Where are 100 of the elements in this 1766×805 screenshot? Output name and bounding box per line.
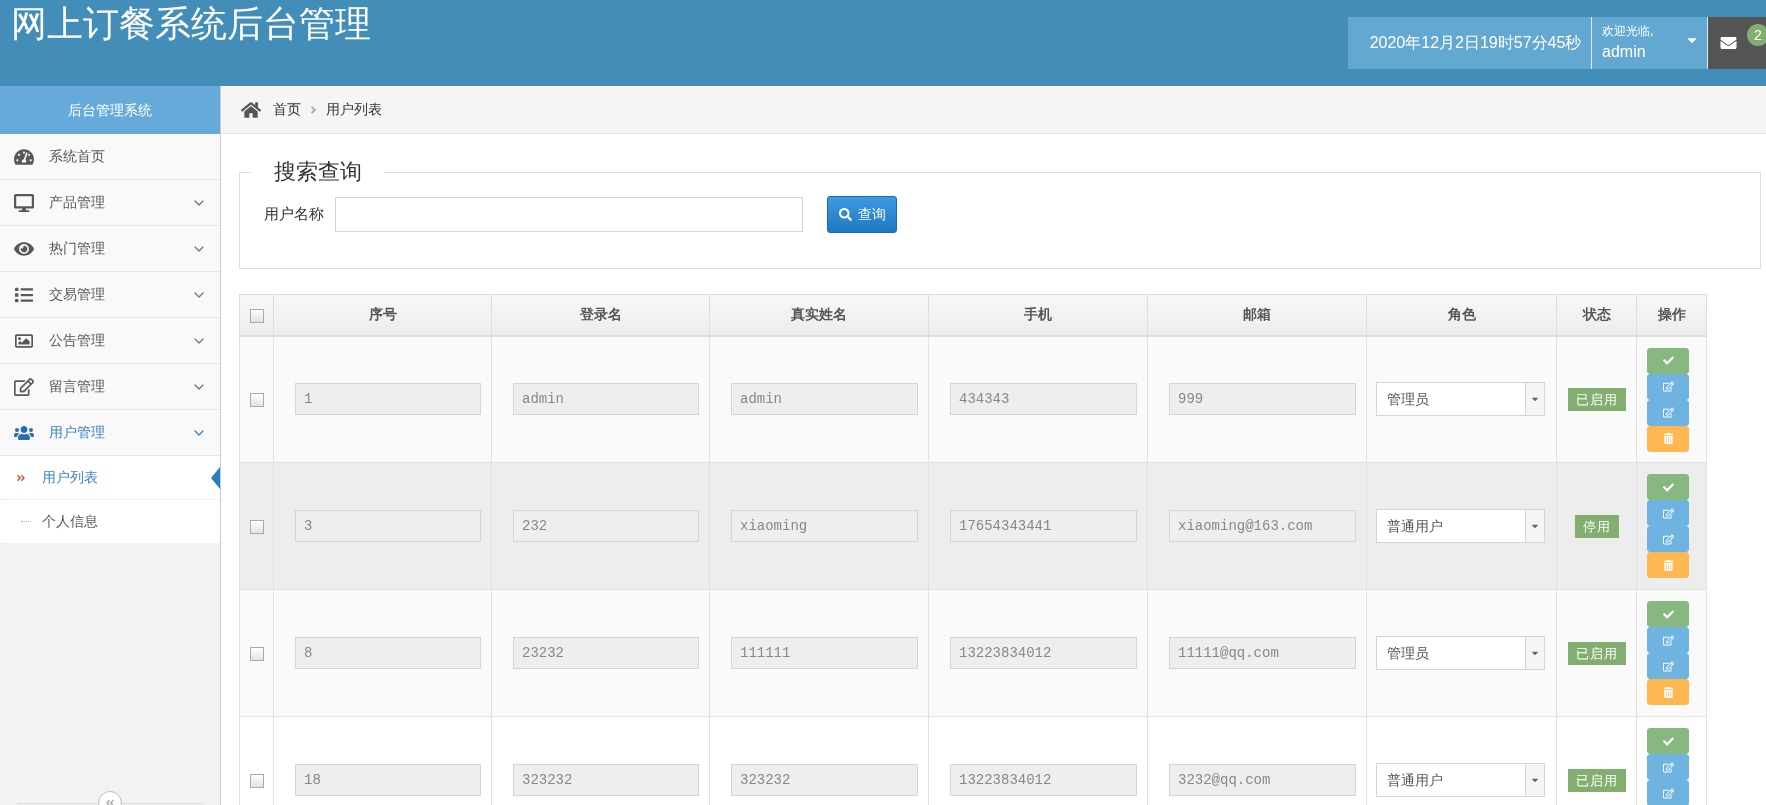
checkbox[interactable] (249, 519, 264, 534)
real-name-field[interactable]: xiaoming (731, 510, 918, 542)
email-field[interactable]: 3232@qq.com (1169, 764, 1356, 796)
username-label: 用户名称 (264, 204, 324, 225)
edit-button[interactable] (1647, 627, 1689, 653)
column-header: 真实姓名 (709, 294, 929, 336)
breadcrumb-link[interactable]: 首页 (273, 99, 301, 120)
checkbox[interactable] (249, 646, 264, 661)
column-header: 操作 (1636, 294, 1707, 336)
approve-button[interactable] (1647, 601, 1689, 627)
real-name-field[interactable]: admin (731, 383, 918, 416)
login-name-field[interactable]: 23232 (513, 637, 699, 669)
edit-icon (1662, 787, 1674, 799)
login-name-field[interactable]: admin (513, 383, 699, 416)
search-legend: 搜索查询 (252, 157, 384, 187)
delete-button[interactable] (1647, 552, 1689, 578)
sidebar-menu-item[interactable]: 产品管理 (0, 180, 220, 226)
edit-icon (1662, 761, 1674, 773)
role-select[interactable]: 管理员 (1376, 636, 1545, 670)
checkbox[interactable] (249, 308, 264, 323)
list-icon (14, 285, 34, 304)
edit-icon (1662, 533, 1674, 545)
phone-field[interactable]: 434343 (950, 383, 1137, 416)
datetime-label: 2020年12月2日19时57分45秒 (1348, 17, 1591, 69)
edit-icon (1662, 407, 1674, 418)
approve-button[interactable] (1647, 728, 1689, 754)
home-icon (241, 100, 261, 119)
user-menu-button[interactable]: 欢迎光临, admin (1591, 17, 1707, 69)
email-field[interactable]: 11111@qq.com (1169, 637, 1356, 669)
sidebar-menu-item[interactable]: 系统首页 (0, 134, 220, 180)
picture-icon (14, 331, 34, 350)
edit-button[interactable] (1647, 399, 1689, 426)
edit-button[interactable] (1647, 653, 1689, 679)
edit-button[interactable] (1647, 500, 1689, 526)
real-name-field[interactable]: 111111 (731, 637, 918, 669)
edit-icon (14, 377, 34, 396)
app-title: 网上订餐系统后台管理 (11, 3, 371, 45)
trash-icon (1662, 433, 1674, 444)
submenu-item[interactable]: 用户列表 (0, 456, 220, 500)
delete-button[interactable] (1647, 425, 1689, 452)
login-name-field[interactable]: 232 (513, 510, 699, 542)
check-icon (1662, 608, 1674, 620)
column-header: 登录名 (491, 294, 710, 336)
search-icon (838, 208, 852, 221)
trash-icon (1662, 686, 1674, 698)
edit-button[interactable] (1647, 780, 1689, 805)
login-name-field[interactable]: 323232 (513, 764, 699, 796)
role-select[interactable]: 普通用户 (1376, 509, 1545, 543)
trash-icon (1662, 559, 1674, 571)
search-button[interactable]: 查询 (827, 196, 897, 233)
username-input[interactable] (335, 197, 803, 232)
sidebar-menu-item[interactable]: 用户管理 (0, 410, 220, 456)
users-icon (14, 423, 34, 442)
double-chevron-left-icon (105, 798, 115, 805)
id-field[interactable]: 8 (295, 637, 481, 669)
sidebar-menu-item[interactable]: 热门管理 (0, 226, 220, 272)
breadcrumb-current: 用户列表 (326, 100, 382, 119)
email-field[interactable]: 999 (1169, 383, 1356, 416)
sidebar-menu-item[interactable]: 留言管理 (0, 364, 220, 410)
edit-button[interactable] (1647, 754, 1689, 780)
status-badge: 已启用 (1567, 769, 1626, 792)
delete-button[interactable] (1647, 679, 1689, 705)
phone-field[interactable]: 17654343441 (950, 510, 1137, 542)
phone-field[interactable]: 13223834012 (950, 637, 1137, 669)
double-chevron-right-icon (16, 472, 26, 483)
phone-field[interactable]: 13223834012 (950, 764, 1137, 796)
real-name-field[interactable]: 323232 (731, 764, 918, 796)
check-icon (1662, 481, 1674, 493)
id-field[interactable]: 1 (295, 383, 481, 416)
role-select[interactable]: 普通用户 (1376, 763, 1545, 797)
message-count-badge: 2 (1747, 24, 1766, 46)
approve-button[interactable] (1647, 474, 1689, 500)
column-header: 角色 (1366, 294, 1557, 336)
edit-icon (1662, 507, 1674, 519)
sidebar-title: 后台管理系统 (0, 86, 220, 134)
sidebar-menu-item[interactable]: 公告管理 (0, 318, 220, 364)
column-header: 邮箱 (1147, 294, 1367, 336)
id-field[interactable]: 18 (295, 764, 481, 796)
check-icon (1662, 355, 1674, 366)
eye-icon (14, 239, 34, 258)
status-badge: 已启用 (1567, 388, 1626, 412)
chevron-right-icon (310, 103, 317, 116)
status-badge: 已启用 (1567, 642, 1626, 665)
id-field[interactable]: 3 (295, 510, 481, 542)
pointer-triangle-icon (211, 467, 220, 489)
gauge-icon (14, 147, 34, 166)
submenu-item[interactable]: 个人信息 (0, 500, 220, 544)
email-field[interactable]: xiaoming@163.com (1169, 510, 1356, 542)
edit-icon (1662, 381, 1674, 392)
checkbox[interactable] (249, 393, 264, 407)
role-select[interactable]: 管理员 (1376, 382, 1545, 417)
column-header: 手机 (928, 294, 1148, 336)
column-header: 序号 (273, 294, 492, 336)
sidebar-menu-item[interactable]: 交易管理 (0, 272, 220, 318)
approve-button[interactable] (1647, 347, 1689, 374)
checkbox[interactable] (249, 773, 264, 788)
edit-button[interactable] (1647, 373, 1689, 400)
edit-button[interactable] (1647, 526, 1689, 552)
monitor-icon (14, 193, 34, 212)
messages-button[interactable]: 2 (1707, 17, 1766, 69)
